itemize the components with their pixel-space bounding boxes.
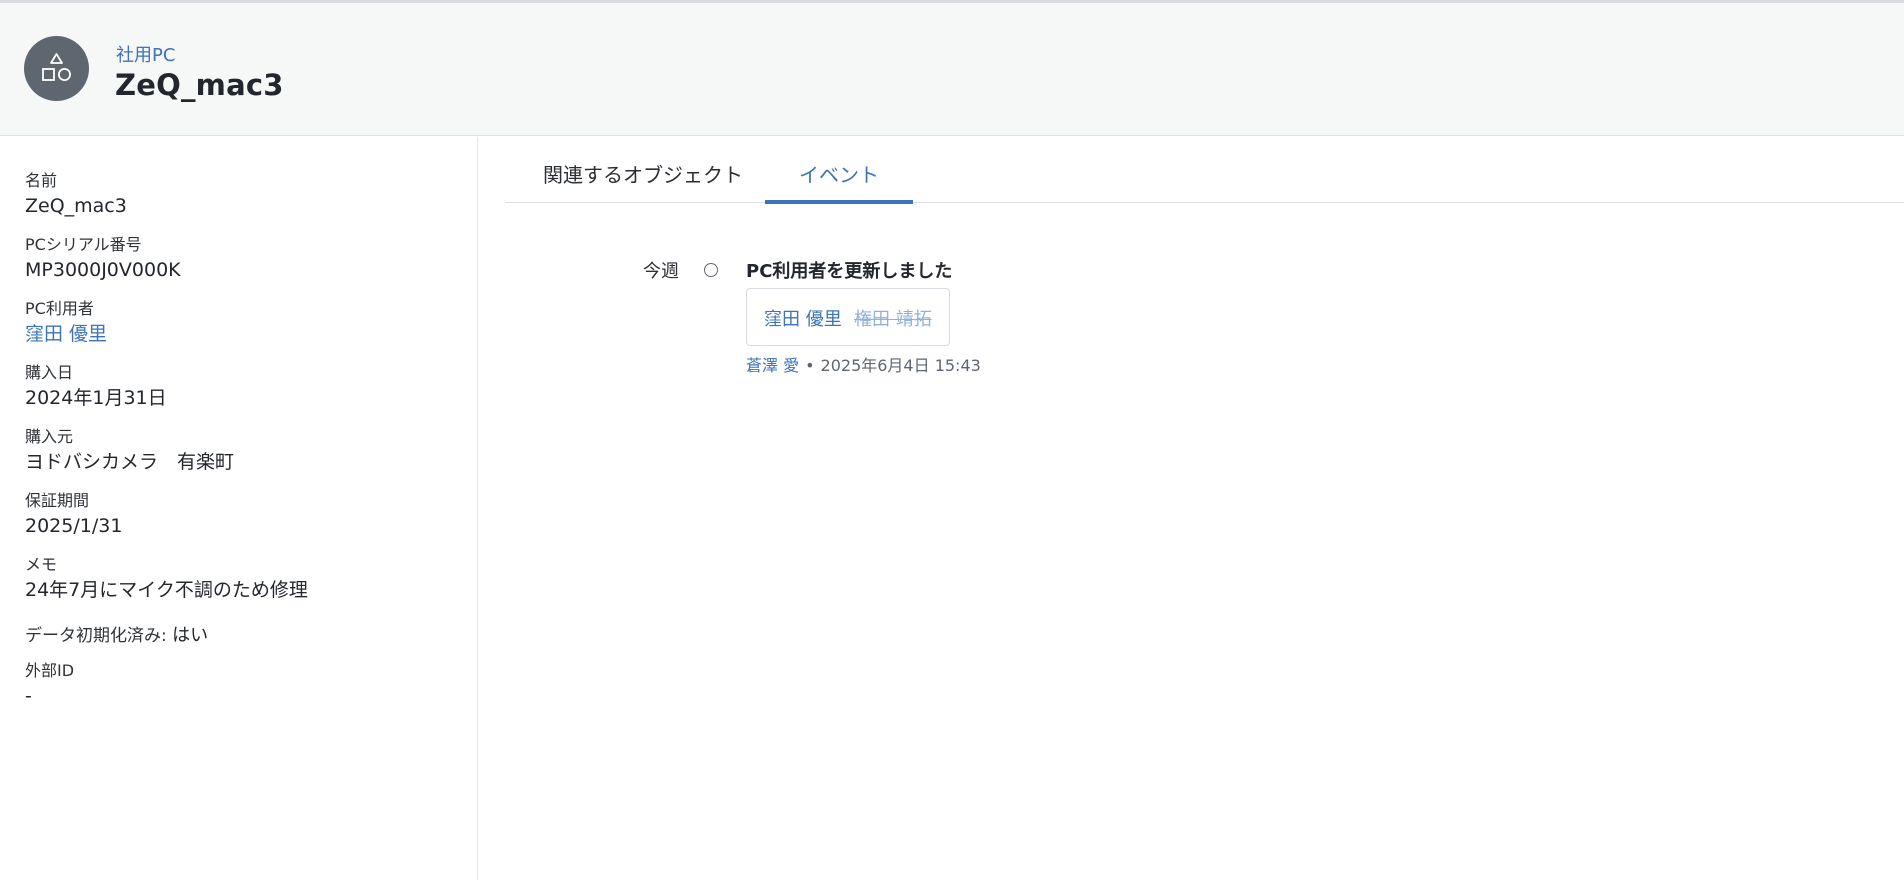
field-memo: メモ 24年7月にマイク不調のため修理 (25, 555, 308, 603)
field-value: ヨドバシカメラ 有楽町 (25, 451, 235, 473)
field-value: 2024年1月31日 (25, 387, 167, 409)
field-value: - (25, 685, 32, 707)
field-user: PC利用者 窪田 優里 (25, 299, 107, 347)
object-type-link[interactable]: 社用PC (116, 41, 175, 67)
field-serial: PCシリアル番号 MP3000J0V000K (25, 235, 181, 283)
tab-related-objects[interactable]: 関連するオブジェクト (527, 137, 759, 203)
field-label: 外部ID (25, 661, 75, 680)
field-label: データ初期化済み: (25, 626, 167, 646)
timeline-dot-icon (704, 263, 718, 277)
field-value: 24年7月にマイク不調のため修理 (25, 579, 308, 601)
field-value: 2025/1/31 (25, 515, 123, 537)
event-actor-link[interactable]: 蒼澤 愛 (746, 356, 799, 375)
shapes-icon (42, 53, 71, 81)
field-value: ZeQ_mac3 (25, 195, 127, 217)
field-label: PCシリアル番号 (25, 235, 142, 254)
field-label: 名前 (25, 171, 58, 190)
field-label: メモ (25, 555, 58, 574)
page-title: ZeQ_mac3 (115, 68, 284, 102)
event-timestamp: 2025年6月4日 15:43 (820, 356, 981, 375)
field-name: 名前 ZeQ_mac3 (25, 171, 127, 219)
properties-sidebar: 名前 ZeQ_mac3 PCシリアル番号 MP3000J0V000K PC利用者… (0, 137, 478, 880)
old-value-link[interactable]: 権田 靖拓 (854, 305, 932, 331)
change-diff-box: 窪田 優里 権田 靖拓 (746, 288, 950, 346)
tab-bar: 関連するオブジェクト イベント (505, 137, 1904, 204)
object-avatar (24, 36, 89, 101)
tab-events[interactable]: イベント (765, 137, 913, 204)
field-label: PC利用者 (25, 299, 94, 318)
field-purchase-date: 購入日 2024年1月31日 (25, 363, 167, 411)
event-meta: 蒼澤 愛 • 2025年6月4日 15:43 (746, 352, 981, 376)
user-link[interactable]: 窪田 優里 (25, 321, 107, 347)
field-value: はい (172, 625, 209, 646)
field-vendor: 購入元 ヨドバシカメラ 有楽町 (25, 427, 234, 475)
timeline-period-label: 今週 (643, 261, 679, 282)
event-title: PC利用者を更新しました (746, 261, 953, 282)
field-label: 購入日 (25, 363, 74, 382)
field-warranty: 保証期間 2025/1/31 (25, 491, 122, 539)
record-header: 社用PC ZeQ_mac3 (0, 3, 1904, 136)
field-label: 保証期間 (25, 491, 90, 510)
field-value: MP3000J0V000K (25, 259, 181, 281)
field-external-id: 外部ID - (25, 661, 74, 709)
field-label: 購入元 (25, 427, 74, 446)
new-value-link[interactable]: 窪田 優里 (764, 305, 842, 331)
meta-separator: • (805, 356, 815, 375)
field-data-wiped: データ初期化済み: はい (25, 621, 208, 647)
